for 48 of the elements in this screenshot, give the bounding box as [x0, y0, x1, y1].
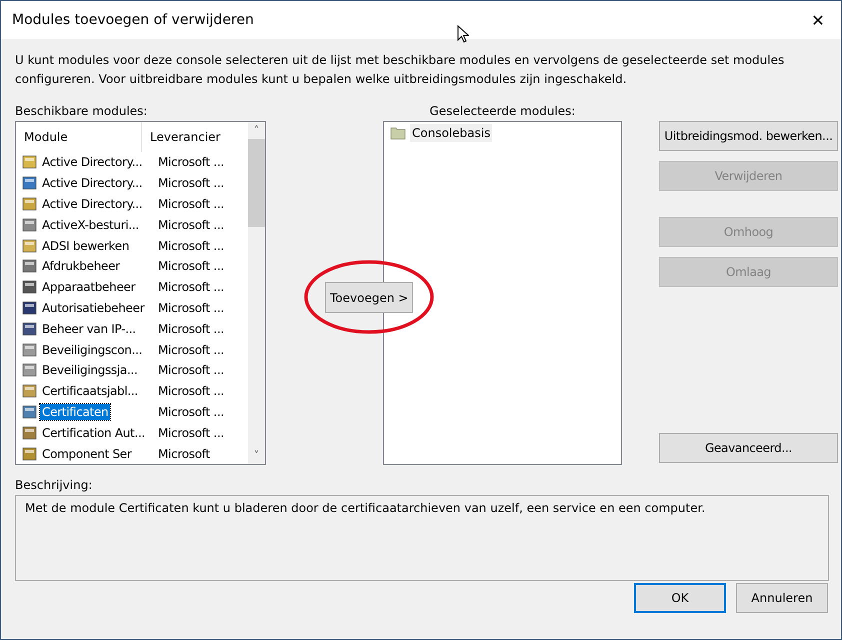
module-name[interactable]: Beveiligingssja...: [40, 362, 140, 378]
dialog-button[interactable]: Annuleren: [736, 583, 828, 613]
module-name[interactable]: ActiveX-besturi...: [40, 216, 141, 233]
column-header[interactable]: Module: [16, 122, 142, 152]
module-name[interactable]: Active Directory...: [40, 196, 144, 212]
module-name[interactable]: Beveiligingscon...: [40, 342, 144, 358]
vendor-cell: Microsoft ...: [158, 280, 224, 294]
module-name[interactable]: Beheer van IP-...: [40, 320, 138, 337]
vendor-cell: Microsoft ...: [158, 426, 224, 440]
module-name[interactable]: Afdrukbeheer: [40, 258, 122, 274]
scroll-down-arrow[interactable]: ˅: [254, 446, 260, 464]
vendor-cell: Microsoft ...: [158, 322, 224, 336]
module-name[interactable]: Component Ser: [40, 446, 134, 462]
module-name[interactable]: Certificaten: [40, 404, 110, 420]
vendor-cell: Microsoft ...: [158, 300, 224, 315]
side-button[interactable]: Uitbreidingsmod. bewerken...: [659, 121, 838, 151]
scroll-up-arrow[interactable]: ˄: [254, 122, 260, 139]
module-name[interactable]: ADSI bewerken: [40, 238, 132, 254]
close-button[interactable]: ✕: [795, 1, 841, 39]
module-name[interactable]: Certificaatsjabl...: [40, 383, 140, 400]
vendor-cell: Microsoft ...: [158, 155, 224, 170]
module-name[interactable]: Autorisatiebeheer: [40, 300, 146, 316]
vendor-cell: Microsoft ...: [158, 384, 224, 398]
vendor-cell: Microsoft ...: [158, 404, 224, 419]
vendor-cell: Microsoft: [158, 446, 210, 461]
selected-label: Geselecteerde modules:: [428, 103, 576, 120]
vendor-cell: Microsoft ...: [158, 218, 224, 232]
intro-text: U kunt modules voor deze console selecteren uit de lijst met beschikbare modules en vervolgens de geselecteerde set modules configureren. Voor uitbreidbare modules kunt u bepalen welke uitbreidingsmodules zijn ingeschakeld.: [15, 52, 786, 88]
vendor-cell: Microsoft ...: [158, 238, 224, 253]
scrollbar[interactable]: ˄ ˅: [248, 122, 265, 464]
available-label: Beschikbare modules:: [15, 103, 148, 120]
description-label: Beschrijving:: [15, 477, 94, 494]
module-name[interactable]: Apparaatbeheer: [40, 279, 138, 296]
description-text: Met de module Certificaten kunt u bladeren door de certificaatarchieven van uzelf, een service en een computer.: [25, 501, 706, 515]
vendor-cell: Microsoft ...: [158, 259, 224, 274]
vendor-cell: Microsoft ...: [158, 196, 224, 211]
side-button[interactable]: Geavanceerd...: [659, 432, 838, 463]
module-name[interactable]: Active Directory...: [40, 175, 144, 192]
dialog-button[interactable]: OK: [634, 583, 726, 613]
add-button[interactable]: Toevoegen >: [325, 282, 413, 314]
module-name[interactable]: Certification Aut...: [40, 424, 148, 441]
window-title: Modules toevoegen of verwijderen: [12, 12, 254, 28]
module-name[interactable]: Active Directory...: [40, 154, 144, 170]
selected-module[interactable]: Consolebasis: [410, 124, 492, 142]
vendor-cell: Microsoft ...: [158, 363, 224, 378]
vendor-cell: Microsoft ...: [158, 342, 224, 357]
column-header[interactable]: Leverancier: [142, 130, 220, 144]
vendor-cell: Microsoft ...: [158, 176, 224, 190]
